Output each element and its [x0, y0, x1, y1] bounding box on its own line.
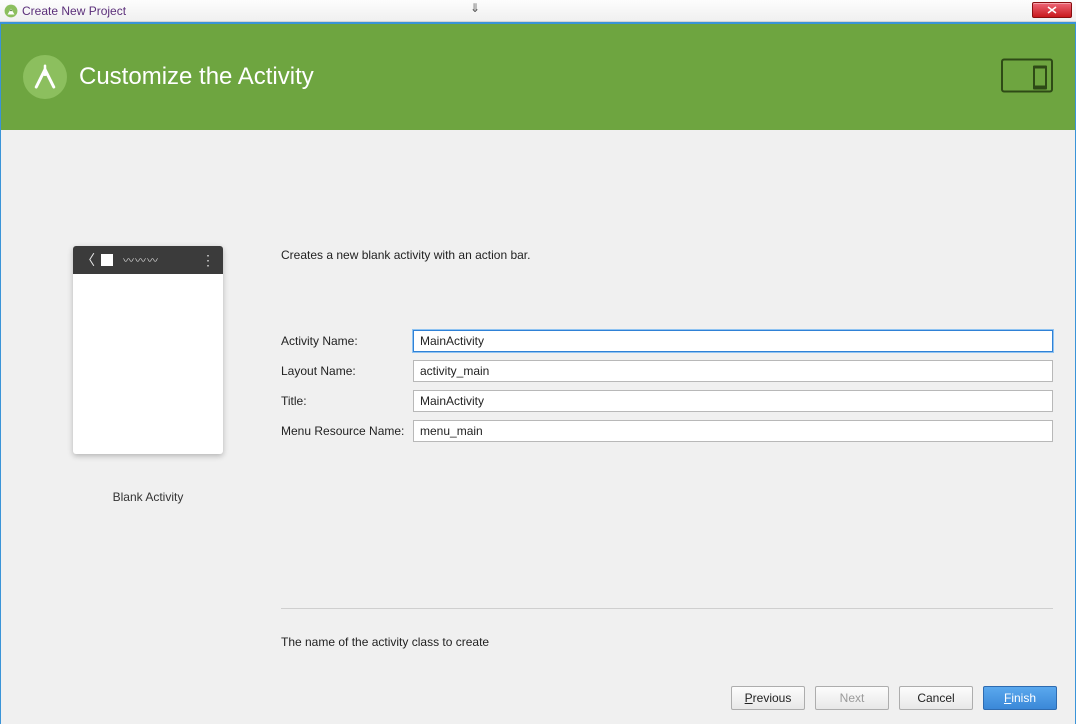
title-row: Title:	[281, 390, 1053, 412]
window-title: Create New Project	[22, 4, 126, 18]
form-column: Creates a new blank activity with an act…	[273, 152, 1053, 671]
title-label: Title:	[281, 394, 413, 408]
activity-preview: 〈 〰〰〰 ⋮	[73, 246, 223, 454]
close-button[interactable]	[1032, 2, 1072, 18]
app-icon	[4, 4, 18, 18]
cancel-button[interactable]: Cancel	[899, 686, 973, 710]
next-button[interactable]: Next	[815, 686, 889, 710]
preview-column: 〈 〰〰〰 ⋮ Blank Activity	[23, 152, 273, 671]
titlebar: Create New Project	[0, 0, 1076, 22]
menu-resource-input[interactable]	[413, 420, 1053, 442]
banner: Customize the Activity	[1, 24, 1075, 130]
activity-name-input[interactable]	[413, 330, 1053, 352]
finish-label-rest: inish	[1011, 691, 1036, 705]
app-square-icon	[101, 254, 113, 266]
title-placeholder-icon: 〰〰〰	[123, 252, 201, 268]
window-body: Customize the Activity 〈 〰〰〰 ⋮ Blank Act…	[0, 22, 1076, 724]
finish-button[interactable]: Finish	[983, 686, 1057, 710]
activity-name-label: Activity Name:	[281, 334, 413, 348]
activity-name-row: Activity Name:	[281, 330, 1053, 352]
title-input[interactable]	[413, 390, 1053, 412]
device-preview-icon	[1001, 59, 1053, 96]
preview-actionbar: 〈 〰〰〰 ⋮	[73, 246, 223, 274]
previous-button[interactable]: Previous	[731, 686, 805, 710]
wizard-buttons: Previous Next Cancel Finish	[1, 671, 1075, 724]
menu-resource-row: Menu Resource Name:	[281, 420, 1053, 442]
layout-name-row: Layout Name:	[281, 360, 1053, 382]
back-chevron-icon: 〈	[81, 250, 95, 270]
layout-name-label: Layout Name:	[281, 364, 413, 378]
android-studio-icon	[23, 55, 67, 99]
content-area: 〈 〰〰〰 ⋮ Blank Activity Creates a new bla…	[1, 130, 1075, 671]
preview-label: Blank Activity	[113, 490, 184, 504]
layout-name-input[interactable]	[413, 360, 1053, 382]
help-text: The name of the activity class to create	[281, 608, 1053, 671]
form-description: Creates a new blank activity with an act…	[281, 248, 1053, 262]
banner-title: Customize the Activity	[79, 63, 314, 91]
menu-resource-label: Menu Resource Name:	[281, 424, 413, 438]
previous-label-rest: revious	[753, 691, 792, 705]
overflow-menu-icon: ⋮	[201, 252, 215, 269]
